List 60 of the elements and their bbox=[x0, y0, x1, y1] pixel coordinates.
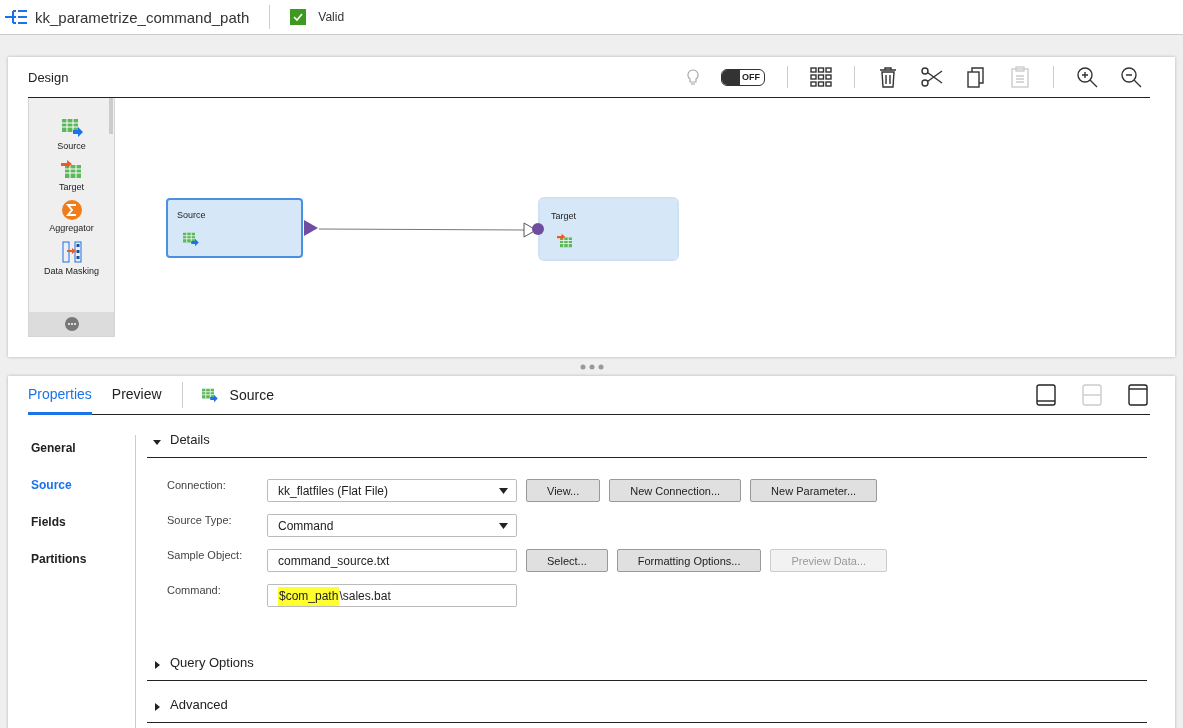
dropdown-field[interactable]: kk_flatfiles (Flat File) bbox=[267, 479, 517, 502]
section-title[interactable]: Advanced bbox=[170, 698, 228, 711]
zoom-in-icon[interactable] bbox=[1076, 66, 1098, 88]
mapping-icon bbox=[5, 10, 27, 24]
dropdown-caret-icon[interactable] bbox=[499, 522, 508, 529]
target-table-icon[interactable] bbox=[60, 159, 83, 179]
mapping-title: kk_parametrize_command_path bbox=[35, 8, 250, 26]
palette-item-label[interactable]: Source bbox=[57, 141, 86, 151]
panel-top-icon[interactable] bbox=[1128, 384, 1148, 406]
nav-item[interactable]: Fields bbox=[31, 515, 135, 529]
resize-handle-icon[interactable] bbox=[579, 363, 604, 370]
action-button[interactable]: New Parameter... bbox=[750, 479, 878, 502]
transformation-node[interactable]: Target bbox=[540, 199, 677, 259]
nav-item[interactable]: Partitions bbox=[31, 552, 135, 566]
input-field[interactable]: command_source.txt bbox=[267, 549, 517, 572]
panel-tab[interactable]: Preview bbox=[111, 376, 162, 415]
field-label: Sample Object: bbox=[167, 549, 244, 561]
section-title[interactable]: Details bbox=[170, 433, 210, 446]
target-table-icon bbox=[556, 233, 573, 248]
source-table-icon bbox=[200, 387, 218, 403]
transformation-node[interactable]: Source bbox=[166, 198, 303, 258]
object-name: Source bbox=[229, 387, 274, 403]
source-table-icon bbox=[182, 232, 199, 247]
panel-tab[interactable]: Properties bbox=[28, 376, 92, 415]
caret-icon[interactable] bbox=[153, 703, 161, 711]
field-label: Command: bbox=[167, 584, 222, 596]
action-button[interactable]: New Connection... bbox=[609, 479, 742, 502]
action-button[interactable]: View... bbox=[526, 479, 601, 502]
palette-item-label[interactable]: Data Masking bbox=[44, 266, 99, 276]
sigma-icon[interactable] bbox=[61, 200, 82, 220]
palette-item-label[interactable]: Aggregator bbox=[49, 223, 94, 233]
scissors-icon[interactable] bbox=[921, 66, 943, 88]
section-title[interactable]: Query Options bbox=[170, 656, 254, 669]
caret-icon[interactable] bbox=[153, 438, 161, 446]
trash-icon[interactable] bbox=[877, 66, 899, 88]
status-text: Valid bbox=[318, 10, 345, 24]
caret-icon[interactable] bbox=[153, 661, 161, 669]
field-label: Connection: bbox=[167, 479, 227, 491]
dropdown-field[interactable]: Command bbox=[267, 514, 517, 537]
action-button[interactable]: Formatting Options... bbox=[616, 549, 762, 572]
field-label: Source Type: bbox=[167, 514, 233, 526]
panel-title: Design bbox=[28, 69, 69, 85]
panel-bottom-icon[interactable] bbox=[1036, 384, 1056, 406]
more-icon[interactable] bbox=[64, 317, 79, 331]
node-label: Target bbox=[551, 211, 576, 221]
zoom-out-icon[interactable] bbox=[1120, 66, 1142, 88]
copy-icon[interactable] bbox=[965, 66, 987, 88]
dropdown-caret-icon[interactable] bbox=[499, 487, 508, 494]
action-button[interactable]: Select... bbox=[526, 549, 608, 572]
source-table-icon[interactable] bbox=[60, 118, 83, 138]
data-masking-icon[interactable] bbox=[61, 241, 82, 263]
recommendation-toggle[interactable]: OFF bbox=[721, 68, 765, 86]
input-port-icon[interactable] bbox=[531, 222, 545, 236]
nav-item[interactable]: General bbox=[31, 441, 135, 455]
nav-item[interactable]: Source bbox=[31, 478, 135, 492]
palette-item-label[interactable]: Target bbox=[59, 182, 84, 192]
input-field[interactable]: $com_path\sales.bat bbox=[267, 584, 517, 607]
lightbulb-icon bbox=[687, 68, 699, 86]
node-label: Source bbox=[177, 210, 206, 220]
grid-icon[interactable] bbox=[810, 66, 832, 88]
